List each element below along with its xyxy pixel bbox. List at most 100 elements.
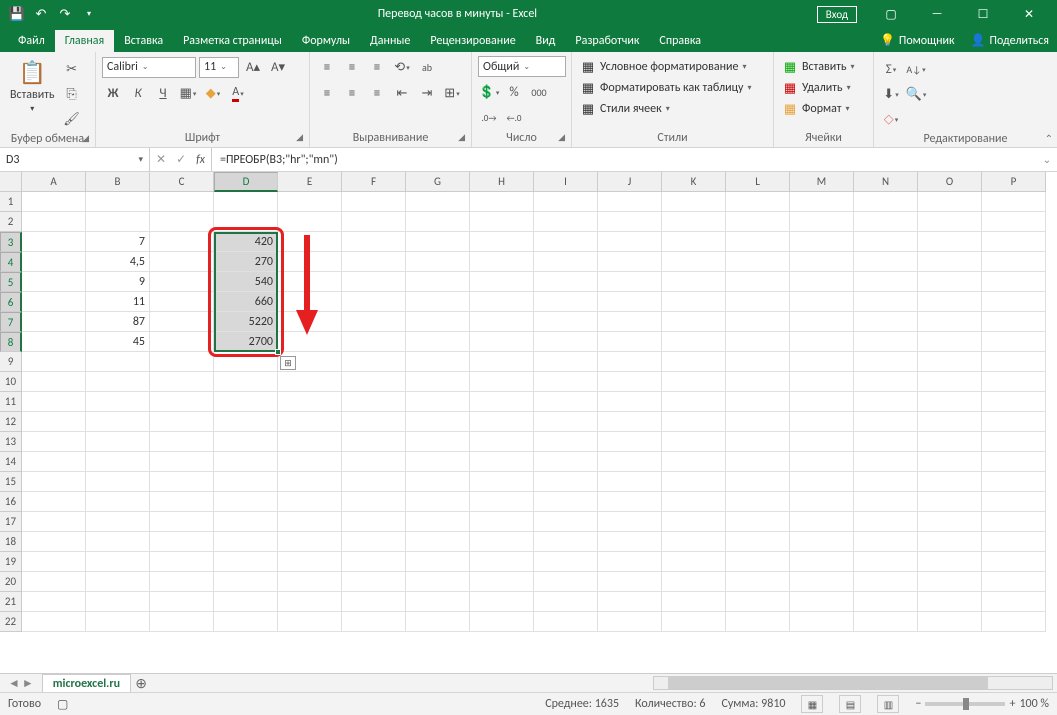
autosum-icon[interactable]: Σ [880, 58, 902, 80]
cell[interactable] [150, 372, 214, 392]
dialog-launcher-icon[interactable]: ◢ [296, 132, 303, 143]
cell[interactable] [790, 312, 854, 332]
column-header[interactable]: O [918, 172, 982, 192]
tab-view[interactable]: Вид [526, 30, 566, 52]
align-bottom-icon[interactable]: ≡ [366, 56, 388, 78]
cell[interactable] [790, 452, 854, 472]
cell[interactable] [662, 352, 726, 372]
cell[interactable] [662, 232, 726, 252]
cell[interactable] [470, 352, 534, 372]
cell[interactable] [918, 292, 982, 312]
qat-dropdown-icon[interactable]: ▾ [80, 5, 98, 23]
cell[interactable] [982, 192, 1046, 212]
tab-insert[interactable]: Вставка [114, 30, 173, 52]
cell[interactable] [150, 452, 214, 472]
pagebreak-view-icon[interactable]: ▥ [877, 695, 899, 713]
new-sheet-icon[interactable]: ⊕ [131, 675, 151, 692]
cell[interactable] [982, 452, 1046, 472]
cell[interactable] [918, 572, 982, 592]
cell[interactable] [22, 232, 86, 252]
cell[interactable] [918, 472, 982, 492]
cell[interactable] [726, 532, 790, 552]
macro-record-icon[interactable]: ▢ [57, 697, 68, 712]
cell[interactable] [662, 432, 726, 452]
italic-button[interactable]: К [127, 82, 149, 104]
cell[interactable] [790, 292, 854, 312]
cell[interactable] [22, 472, 86, 492]
cell[interactable] [342, 612, 406, 632]
cell[interactable] [86, 472, 150, 492]
sort-filter-icon[interactable]: A↓ [905, 58, 927, 80]
cell[interactable] [662, 492, 726, 512]
cell[interactable] [214, 612, 278, 632]
expand-formula-icon[interactable]: ⌄ [1037, 148, 1057, 171]
cell[interactable] [406, 292, 470, 312]
cell[interactable] [342, 412, 406, 432]
cell[interactable] [278, 612, 342, 632]
cell[interactable] [278, 392, 342, 412]
cell[interactable] [22, 192, 86, 212]
cell[interactable] [598, 552, 662, 572]
cell[interactable] [150, 432, 214, 452]
cell[interactable] [726, 332, 790, 352]
align-middle-icon[interactable]: ≡ [341, 56, 363, 78]
row-header[interactable]: 2 [0, 212, 22, 232]
format-painter-icon[interactable]: 🖌 [61, 108, 83, 130]
tab-data[interactable]: Данные [360, 30, 420, 52]
cell[interactable] [22, 212, 86, 232]
cell[interactable] [726, 412, 790, 432]
decrease-font-icon[interactable]: A▾ [267, 56, 289, 78]
column-header[interactable]: I [534, 172, 598, 192]
font-color-button[interactable]: A [227, 82, 249, 104]
undo-icon[interactable]: ↶ [32, 5, 50, 23]
cell[interactable] [662, 392, 726, 412]
cell[interactable] [662, 332, 726, 352]
cell[interactable] [342, 332, 406, 352]
cell[interactable] [662, 572, 726, 592]
column-header[interactable]: L [726, 172, 790, 192]
cell[interactable] [726, 512, 790, 532]
borders-button[interactable]: ▦ [177, 82, 199, 104]
cell[interactable] [854, 352, 918, 372]
tab-review[interactable]: Рецензирование [420, 30, 525, 52]
cell[interactable] [790, 252, 854, 272]
row-header[interactable]: 11 [0, 392, 22, 412]
comma-icon[interactable]: 000 [528, 81, 550, 103]
cell[interactable] [790, 612, 854, 632]
cell[interactable] [598, 392, 662, 412]
next-sheet-icon[interactable]: ► [22, 676, 34, 691]
cell[interactable] [726, 252, 790, 272]
cell[interactable] [86, 512, 150, 532]
cell[interactable] [470, 552, 534, 572]
align-left-icon[interactable]: ≡ [316, 82, 338, 104]
cell[interactable] [470, 392, 534, 412]
cell[interactable] [982, 572, 1046, 592]
cell[interactable] [598, 292, 662, 312]
cell[interactable] [790, 212, 854, 232]
cell[interactable] [278, 592, 342, 612]
cell[interactable] [406, 552, 470, 572]
cell[interactable] [150, 572, 214, 592]
row-header[interactable]: 22 [0, 612, 22, 632]
prev-sheet-icon[interactable]: ◄ [8, 676, 20, 691]
cell[interactable] [918, 252, 982, 272]
cell[interactable] [534, 372, 598, 392]
cell[interactable] [342, 192, 406, 212]
cell[interactable] [726, 472, 790, 492]
cell[interactable] [342, 312, 406, 332]
cell[interactable] [150, 312, 214, 332]
cell[interactable] [214, 492, 278, 512]
select-all-corner[interactable] [0, 172, 22, 192]
tab-help[interactable]: Справка [649, 30, 711, 52]
cell[interactable] [982, 392, 1046, 412]
cell[interactable] [278, 472, 342, 492]
cell[interactable] [982, 592, 1046, 612]
column-header[interactable]: H [470, 172, 534, 192]
column-header[interactable]: J [598, 172, 662, 192]
cell[interactable] [470, 372, 534, 392]
cell[interactable] [854, 492, 918, 512]
cell[interactable] [726, 212, 790, 232]
horizontal-scrollbar[interactable] [653, 676, 1053, 690]
cell[interactable] [150, 532, 214, 552]
collapse-ribbon-icon[interactable]: ⌃ [1045, 132, 1053, 145]
